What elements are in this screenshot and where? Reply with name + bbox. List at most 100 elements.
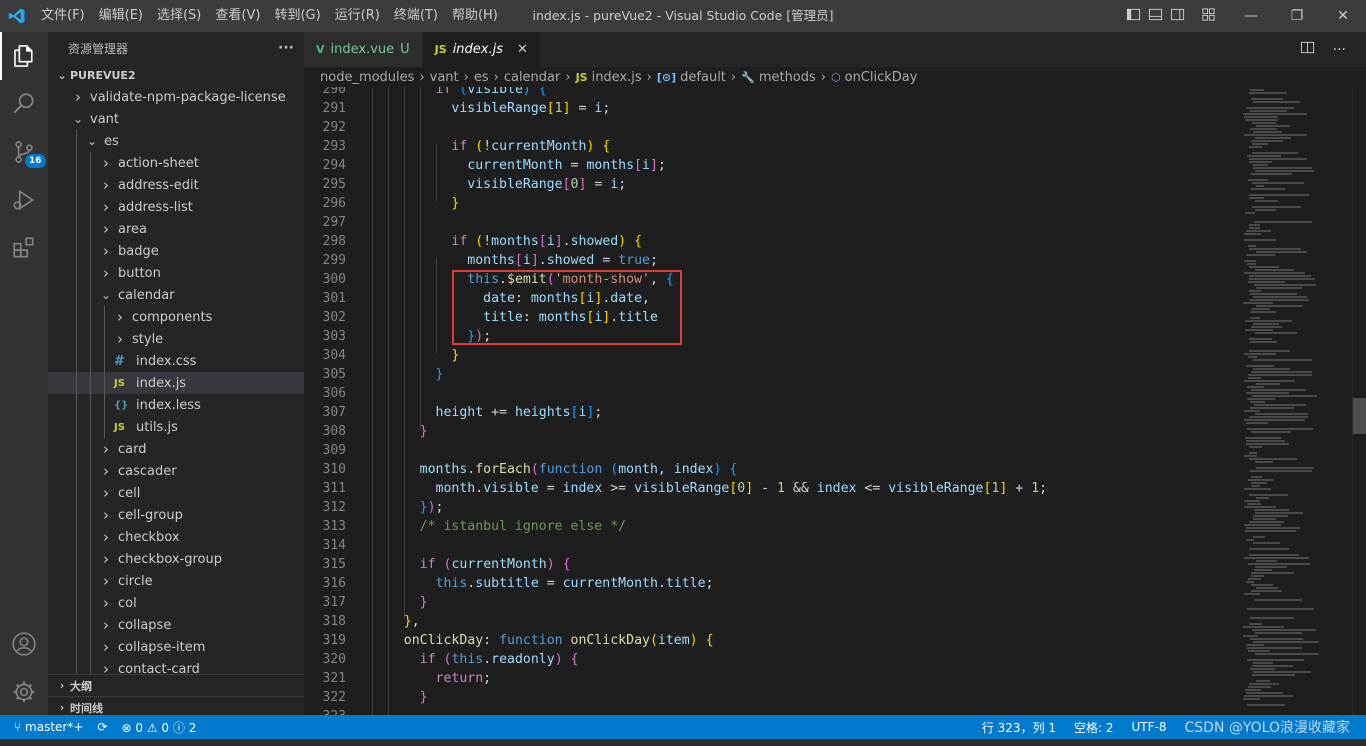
- tree-file[interactable]: JS utils.js: [48, 416, 304, 438]
- tree-folder[interactable]: › address-edit: [48, 174, 304, 196]
- code-token: ;: [602, 101, 611, 116]
- minimap-line: [1252, 395, 1317, 397]
- menu-item[interactable]: 转到(G): [267, 0, 327, 32]
- tree-folder[interactable]: › card: [48, 438, 304, 460]
- tree-indent-guide: [76, 372, 77, 394]
- tree-folder[interactable]: › address-list: [48, 196, 304, 218]
- split-editor-icon[interactable]: [1300, 40, 1315, 59]
- tree-folder[interactable]: › col: [48, 592, 304, 614]
- toggle-panel-icon[interactable]: [1144, 7, 1166, 26]
- tree-file[interactable]: {} index.less: [48, 394, 304, 416]
- minimap-line: [1246, 422, 1268, 424]
- menu-item[interactable]: 选择(S): [150, 0, 208, 32]
- run-debug-icon[interactable]: [0, 176, 48, 224]
- explorer-icon[interactable]: [0, 32, 48, 80]
- menu-item[interactable]: 终端(T): [387, 0, 445, 32]
- breadcrumb-item[interactable]: index.js: [592, 70, 642, 85]
- tree-folder[interactable]: › collapse: [48, 614, 304, 636]
- tree-folder[interactable]: › cell: [48, 482, 304, 504]
- breadcrumb-item[interactable]: default: [680, 70, 726, 85]
- minimize-icon[interactable]: —: [1228, 8, 1274, 24]
- tree-folder[interactable]: ⌄ es: [48, 130, 304, 152]
- minimap-line: [1249, 446, 1262, 448]
- close-tab-icon[interactable]: ✕: [517, 42, 528, 57]
- minimap[interactable]: [1237, 87, 1352, 715]
- tree-folder[interactable]: › collapse-item: [48, 636, 304, 658]
- minimap-line: [1249, 683, 1279, 685]
- code-token: (: [530, 462, 539, 477]
- tree-folder[interactable]: › badge: [48, 240, 304, 262]
- tree-file[interactable]: # index.css: [48, 350, 304, 372]
- menu-item[interactable]: 编辑(E): [92, 0, 150, 32]
- tree-folder[interactable]: › cascader: [48, 460, 304, 482]
- accounts-icon[interactable]: [0, 620, 48, 668]
- tree-folder[interactable]: › contact-card: [48, 658, 304, 674]
- minimap-line: [1249, 350, 1290, 352]
- menu-item[interactable]: 运行(R): [328, 0, 387, 32]
- tree-folder[interactable]: › area: [48, 218, 304, 240]
- toggle-secondary-sidebar-icon[interactable]: [1166, 7, 1188, 26]
- workspace-root[interactable]: ⌄ PUREVUE2: [48, 64, 304, 86]
- encoding[interactable]: UTF-8: [1132, 720, 1167, 734]
- menu-item[interactable]: 查看(V): [208, 0, 267, 32]
- breadcrumb-item[interactable]: es: [474, 70, 489, 85]
- menu-item[interactable]: 文件(F): [34, 0, 92, 32]
- problems-status[interactable]: ⊗ 0 ⚠ 0 ⓘ 2: [121, 719, 196, 736]
- minimap-line: [1248, 356, 1257, 358]
- customize-layout-icon[interactable]: [1188, 7, 1228, 26]
- code-token: ;: [1039, 481, 1048, 496]
- sync-icon[interactable]: ⟳: [97, 720, 107, 734]
- tree-folder[interactable]: ⌄ vant: [48, 108, 304, 130]
- tree-indent-guide: [76, 636, 77, 658]
- tab-index-js[interactable]: JS index.js ✕: [422, 32, 541, 67]
- tab-index-vue[interactable]: V index.vue U: [304, 32, 423, 67]
- extensions-icon[interactable]: [0, 224, 48, 272]
- source-control-icon[interactable]: 16: [0, 128, 48, 176]
- more-actions-icon[interactable]: ···: [1333, 42, 1346, 58]
- minimap-line: [1250, 317, 1260, 319]
- tree-folder[interactable]: › components: [48, 306, 304, 328]
- chevron-right-icon: ›: [103, 550, 109, 568]
- minimap-line: [1243, 302, 1273, 304]
- minimap-line: [1249, 227, 1260, 229]
- toggle-primary-sidebar-icon[interactable]: [1122, 7, 1144, 26]
- tree-folder[interactable]: ⌄ calendar: [48, 284, 304, 306]
- tree-folder[interactable]: › validate-npm-package-license: [48, 86, 304, 108]
- more-actions-icon[interactable]: ···: [278, 40, 294, 56]
- outline-panel-header[interactable]: › 大纲: [48, 674, 304, 696]
- close-window-icon[interactable]: ✕: [1320, 8, 1366, 24]
- tree-folder[interactable]: › button: [48, 262, 304, 284]
- tree-folder[interactable]: › checkbox: [48, 526, 304, 548]
- chevron-down-icon: ⌄: [100, 288, 112, 302]
- tree-folder[interactable]: › checkbox-group: [48, 548, 304, 570]
- tree-folder[interactable]: › action-sheet: [48, 152, 304, 174]
- menu-item[interactable]: 帮助(H): [445, 0, 505, 32]
- scrollbar-thumb[interactable]: [1353, 398, 1366, 434]
- watermark: CSDN @YOLO浪漫收藏家: [1184, 720, 1351, 736]
- line-number: 306: [322, 386, 346, 401]
- tree-folder[interactable]: › cell-group: [48, 504, 304, 526]
- line-number: 307: [322, 405, 346, 420]
- breadcrumb-item[interactable]: methods: [759, 70, 816, 85]
- code-token: onClickDay: [570, 633, 650, 648]
- tree-folder[interactable]: › circle: [48, 570, 304, 592]
- cursor-position[interactable]: 行 323，列 1: [982, 719, 1056, 736]
- manage-gear-icon[interactable]: [0, 668, 48, 716]
- tree-indent-guide: [90, 394, 91, 416]
- code-token: }: [419, 500, 428, 515]
- breadcrumb-item[interactable]: onClickDay: [845, 70, 918, 85]
- minimap-line: [1247, 386, 1264, 388]
- search-icon[interactable]: [0, 80, 48, 128]
- minimap-line: [1252, 308, 1270, 310]
- tree-indent-guide: [90, 372, 91, 394]
- breadcrumb-item[interactable]: node_modules: [320, 70, 414, 85]
- restore-icon[interactable]: ❐: [1274, 8, 1320, 24]
- tree-file[interactable]: JS index.js: [48, 372, 304, 394]
- breadcrumb-item[interactable]: vant: [430, 70, 459, 85]
- tree-folder[interactable]: › style: [48, 328, 304, 350]
- branch-status[interactable]: ⑂ master*+: [14, 720, 83, 734]
- minimap-line: [1245, 437, 1281, 439]
- code-editor[interactable]: 290 291 292 293 294 295 296 297 298 299 300 301 302 3…: [304, 87, 1237, 715]
- indentation[interactable]: 空格: 2: [1074, 719, 1114, 736]
- breadcrumb-item[interactable]: calendar: [504, 70, 561, 85]
